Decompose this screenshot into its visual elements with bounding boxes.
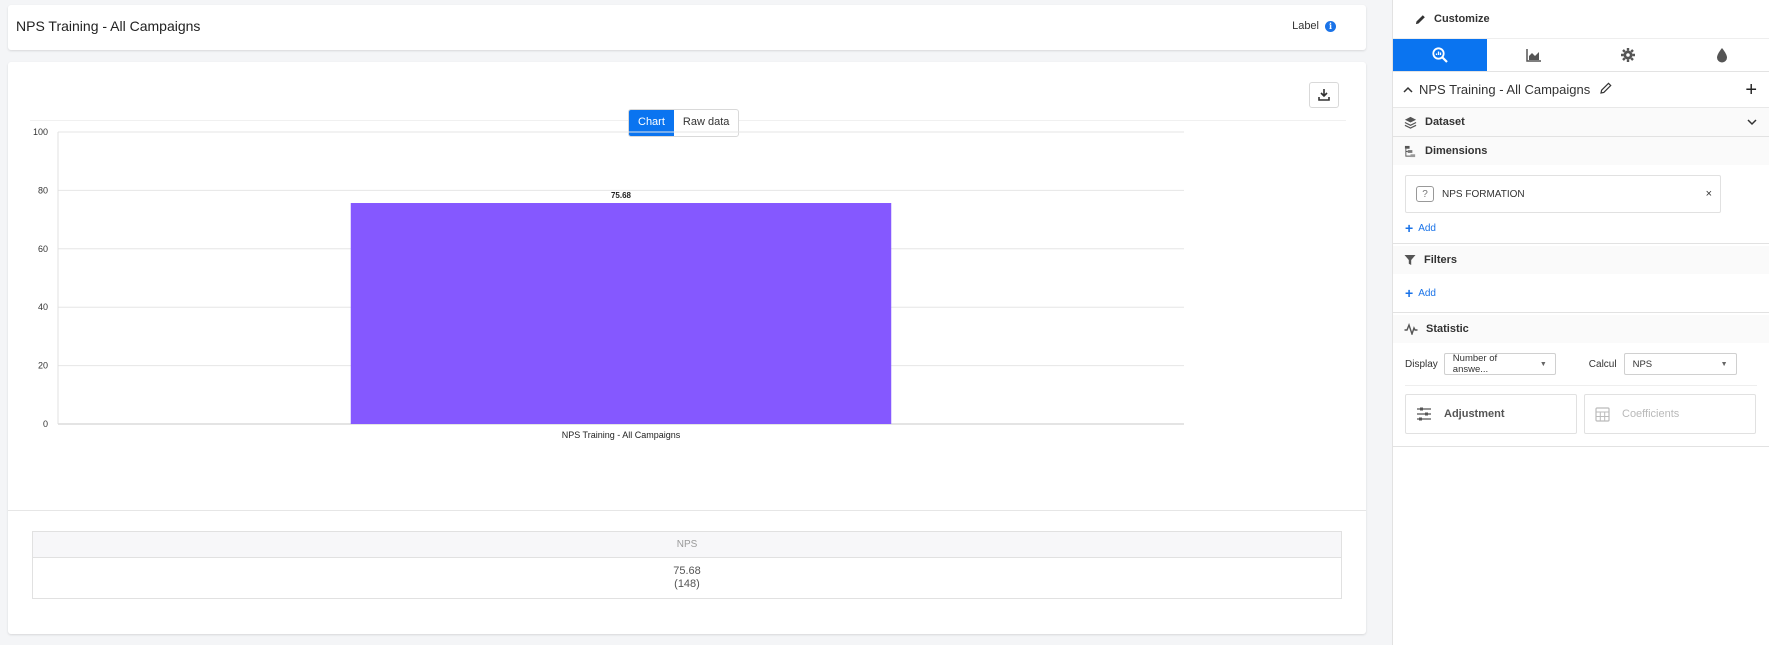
adjustment-label: Adjustment xyxy=(1444,408,1505,420)
divider xyxy=(8,510,1366,511)
bar-chart: 0 20 40 60 80 100 75.68 NPS Training - All Camp… xyxy=(33,127,1184,440)
panel-tabs xyxy=(1393,39,1769,72)
dataset-label: Dataset xyxy=(1425,116,1465,128)
add-analysis-button[interactable]: + xyxy=(1745,80,1757,100)
chevron-up-icon[interactable] xyxy=(1403,81,1413,99)
sliders-icon xyxy=(1417,407,1431,421)
y-tick-label: 0 xyxy=(43,419,48,429)
y-tick-label: 80 xyxy=(38,185,48,195)
y-tick-label: 100 xyxy=(33,127,48,137)
dataset-header[interactable]: Dataset xyxy=(1393,108,1769,136)
pencil-icon xyxy=(1415,14,1425,24)
filters-label: Filters xyxy=(1424,254,1458,266)
plus-icon: + xyxy=(1405,285,1414,301)
filters-header: Filters xyxy=(1393,246,1769,274)
add-dimension-link[interactable]: + Add xyxy=(1393,213,1769,243)
adjustment-button[interactable]: Adjustment xyxy=(1405,394,1577,434)
display-label: Display xyxy=(1405,358,1438,370)
display-select[interactable]: Number of answe... ▼ xyxy=(1443,353,1556,375)
customize-title: Customize xyxy=(1434,13,1490,25)
dimensions-section: Dimensions ? NPS FORMATION × + Add xyxy=(1393,137,1769,244)
dimensions-header: Dimensions xyxy=(1393,137,1769,165)
info-icon[interactable]: i xyxy=(1325,20,1336,32)
statistic-section: Statistic Display Number of answe... ▼ C… xyxy=(1393,315,1769,447)
statistic-controls: Display Number of answe... ▼ Calcul NPS … xyxy=(1393,343,1769,385)
calcul-value: NPS xyxy=(1632,358,1653,370)
page-title: NPS Training - All Campaigns xyxy=(16,18,201,34)
y-tick-label: 60 xyxy=(38,244,48,254)
dataset-section: Dataset xyxy=(1393,108,1769,137)
dimensions-icon xyxy=(1404,145,1416,157)
tab-analysis[interactable] xyxy=(1393,39,1487,72)
calcul-label: Calcul xyxy=(1588,358,1617,370)
coefficients-label: Coefficients xyxy=(1622,408,1680,420)
caret-down-icon: ▼ xyxy=(1720,360,1728,368)
tab-colors[interactable] xyxy=(1675,39,1769,72)
customize-panel: Customize NPS Training - All Campaigns +… xyxy=(1392,0,1769,645)
display-value: Number of answe... xyxy=(1452,353,1498,375)
analysis-name: NPS Training - All Campaigns xyxy=(1419,82,1591,97)
caret-down-icon: ▼ xyxy=(1539,360,1547,368)
tab-chart-type[interactable] xyxy=(1487,39,1581,72)
filters-section: Filters + Add xyxy=(1393,246,1769,313)
add-filter-link[interactable]: + Add xyxy=(1393,274,1769,312)
layers-icon xyxy=(1404,116,1417,129)
label-text: Label xyxy=(1292,20,1319,32)
calcul-select[interactable]: NPS ▼ xyxy=(1623,353,1737,375)
calculator-icon xyxy=(1595,406,1610,422)
statistic-label: Statistic xyxy=(1426,323,1469,335)
chevron-down-icon xyxy=(1747,119,1757,126)
customize-header: Customize xyxy=(1393,0,1769,39)
chart-card: Chart Raw data 0 20 40 60 80 100 75.68 NPS Trai… xyxy=(8,62,1366,634)
table-cell: 75.68 (148) xyxy=(33,558,1341,598)
remove-dimension-button[interactable]: × xyxy=(1706,188,1712,200)
y-tick-label: 20 xyxy=(38,361,48,371)
add-dimension-label: Add xyxy=(1418,222,1436,234)
tab-settings[interactable] xyxy=(1581,39,1675,72)
title-card: NPS Training - All Campaigns Label i xyxy=(8,5,1366,50)
table-header-nps: NPS xyxy=(33,532,1341,558)
area-chart-icon xyxy=(1526,49,1541,62)
dimension-item[interactable]: ? NPS FORMATION × xyxy=(1405,175,1721,213)
divider xyxy=(1405,385,1757,386)
statistic-buttons: Adjustment Coefficients xyxy=(1393,394,1769,434)
statistic-header: Statistic xyxy=(1393,315,1769,343)
coefficients-button[interactable]: Coefficients xyxy=(1584,394,1756,434)
bar xyxy=(350,203,892,424)
add-filter-label: Add xyxy=(1418,287,1436,299)
question-icon: ? xyxy=(1416,186,1434,202)
drop-icon xyxy=(1717,48,1727,63)
analysis-row: NPS Training - All Campaigns + xyxy=(1393,72,1769,108)
dimensions-label: Dimensions xyxy=(1425,145,1488,157)
pulse-icon xyxy=(1404,323,1418,335)
x-tick-label: NPS Training - All Campaigns xyxy=(562,430,681,440)
y-tick-label: 40 xyxy=(38,302,48,312)
plus-icon: + xyxy=(1405,220,1414,236)
dimension-label: NPS FORMATION xyxy=(1442,188,1525,200)
table-value: 75.68 xyxy=(673,565,701,577)
search-chart-icon xyxy=(1432,47,1448,63)
table-count: (148) xyxy=(674,578,700,590)
filter-icon xyxy=(1404,255,1416,265)
edit-name-icon[interactable] xyxy=(1600,81,1612,99)
bar-value-label: 75.68 xyxy=(611,191,632,200)
summary-table: NPS 75.68 (148) xyxy=(32,531,1342,599)
gear-icon xyxy=(1621,48,1635,62)
label-toggle[interactable]: Label i xyxy=(1292,20,1336,32)
